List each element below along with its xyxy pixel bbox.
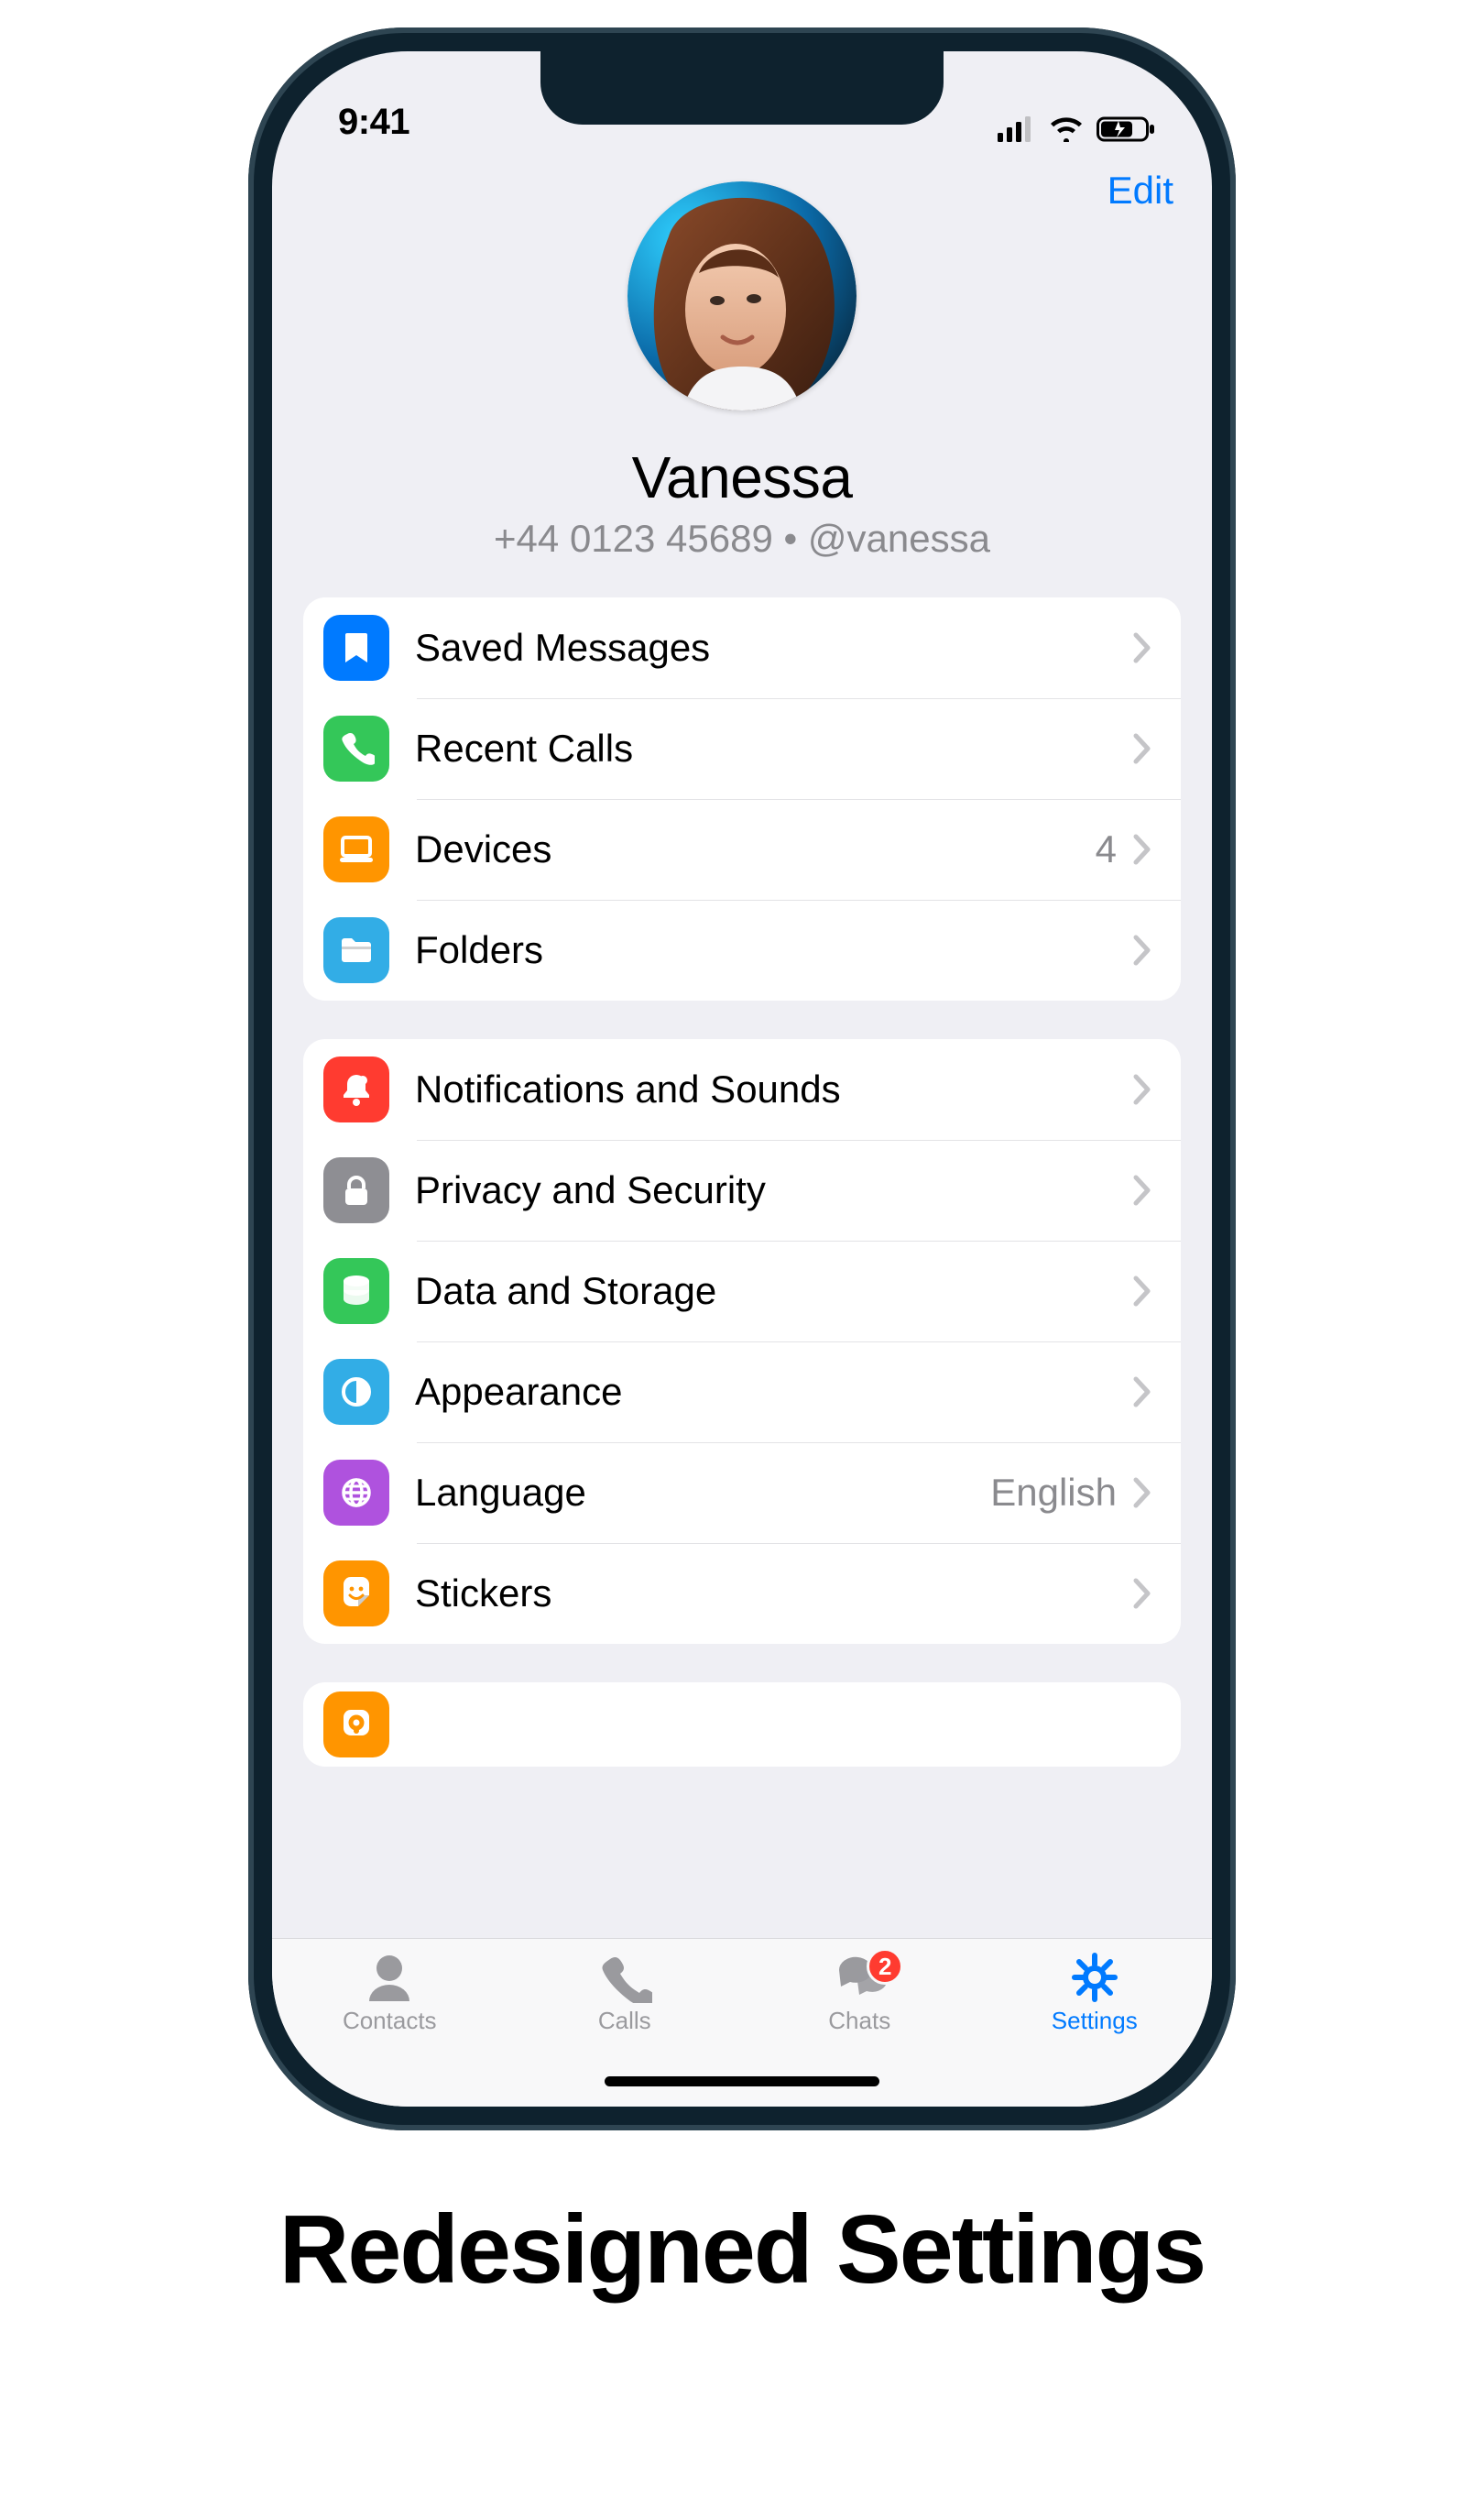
row-appearance[interactable]: Appearance (303, 1341, 1181, 1442)
tab-label: Contacts (343, 2007, 437, 2035)
settings-header: Edit (272, 154, 1212, 597)
row-stickers[interactable]: Stickers (303, 1543, 1181, 1644)
chevron-right-icon (1131, 1273, 1153, 1309)
chevron-right-icon (1131, 831, 1153, 868)
database-icon (323, 1258, 389, 1324)
edit-button[interactable]: Edit (1108, 169, 1173, 213)
avatar[interactable] (627, 181, 857, 411)
profile-name: Vanessa (305, 443, 1179, 511)
lock-icon (323, 1157, 389, 1223)
sticker-icon (323, 1560, 389, 1626)
chevron-right-icon (1131, 1575, 1153, 1612)
row-label: Appearance (415, 1370, 1131, 1414)
tab-contacts[interactable]: Contacts (272, 1952, 507, 2035)
phone-device-frame: 9:41 Edit (248, 27, 1236, 2130)
chevron-right-icon (1131, 1172, 1153, 1209)
tab-label: Calls (598, 2007, 651, 2035)
row-label: Devices (415, 827, 1096, 871)
chevron-right-icon (1131, 932, 1153, 969)
tab-label: Settings (1052, 2007, 1138, 2035)
home-indicator[interactable] (605, 2076, 879, 2086)
tab-calls[interactable]: Calls (507, 1952, 743, 2035)
settings-group: Saved Messages Recent Calls Devices4 Folder… (303, 597, 1181, 1001)
contrast-icon (323, 1359, 389, 1425)
row-label: Language (415, 1471, 990, 1515)
row-privacy[interactable]: Privacy and Security (303, 1140, 1181, 1241)
row-label: Recent Calls (415, 727, 1131, 771)
chevron-right-icon (1131, 1071, 1153, 1108)
folder-icon (323, 917, 389, 983)
row-saved-messages[interactable]: Saved Messages (303, 597, 1181, 698)
chevron-right-icon (1131, 630, 1153, 666)
row-value: English (990, 1471, 1117, 1515)
tab-chats[interactable]: 2 Chats (742, 1952, 977, 2035)
chevron-right-icon (1131, 730, 1153, 767)
row-label: Data and Storage (415, 1269, 1131, 1313)
phone-icon (323, 716, 389, 782)
tab-bar: Contacts Calls 2 Chats Settings (272, 1938, 1212, 2107)
page-caption: Redesigned Settings (279, 2195, 1205, 2305)
row-label: Folders (415, 928, 1131, 972)
chevron-right-icon (1131, 1474, 1153, 1511)
row-notifications[interactable]: Notifications and Sounds (303, 1039, 1181, 1140)
row-folders[interactable]: Folders (303, 900, 1181, 1001)
chats-badge: 2 (867, 1948, 903, 1985)
row-label: Stickers (415, 1571, 1131, 1615)
status-time: 9:41 (338, 102, 409, 143)
chevron-right-icon (1131, 1374, 1153, 1410)
bookmark-icon (323, 615, 389, 681)
globe-icon (323, 1460, 389, 1526)
row-language[interactable]: LanguageEnglish (303, 1442, 1181, 1543)
next-group-peek (303, 1682, 1181, 1767)
status-icons (998, 115, 1157, 143)
wifi-icon (1049, 116, 1084, 142)
question-icon (323, 1691, 389, 1757)
laptop-icon (323, 816, 389, 882)
phone-screen: 9:41 Edit (272, 51, 1212, 2107)
row-data-storage[interactable]: Data and Storage (303, 1241, 1181, 1341)
battery-icon (1097, 115, 1157, 143)
row-label: Privacy and Security (415, 1168, 1131, 1212)
cellular-icon (998, 116, 1036, 142)
row-devices[interactable]: Devices4 (303, 799, 1181, 900)
row-label: Saved Messages (415, 626, 1131, 670)
tab-settings[interactable]: Settings (977, 1952, 1213, 2035)
device-notch (540, 51, 944, 125)
row-value: 4 (1096, 827, 1117, 871)
tab-label: Chats (828, 2007, 890, 2035)
bell-icon (323, 1056, 389, 1122)
profile-subline: +44 0123 45689 • @vanessa (305, 517, 1179, 561)
row-recent-calls[interactable]: Recent Calls (303, 698, 1181, 799)
row-label: Notifications and Sounds (415, 1067, 1131, 1111)
settings-group: Notifications and Sounds Privacy and Secu… (303, 1039, 1181, 1644)
